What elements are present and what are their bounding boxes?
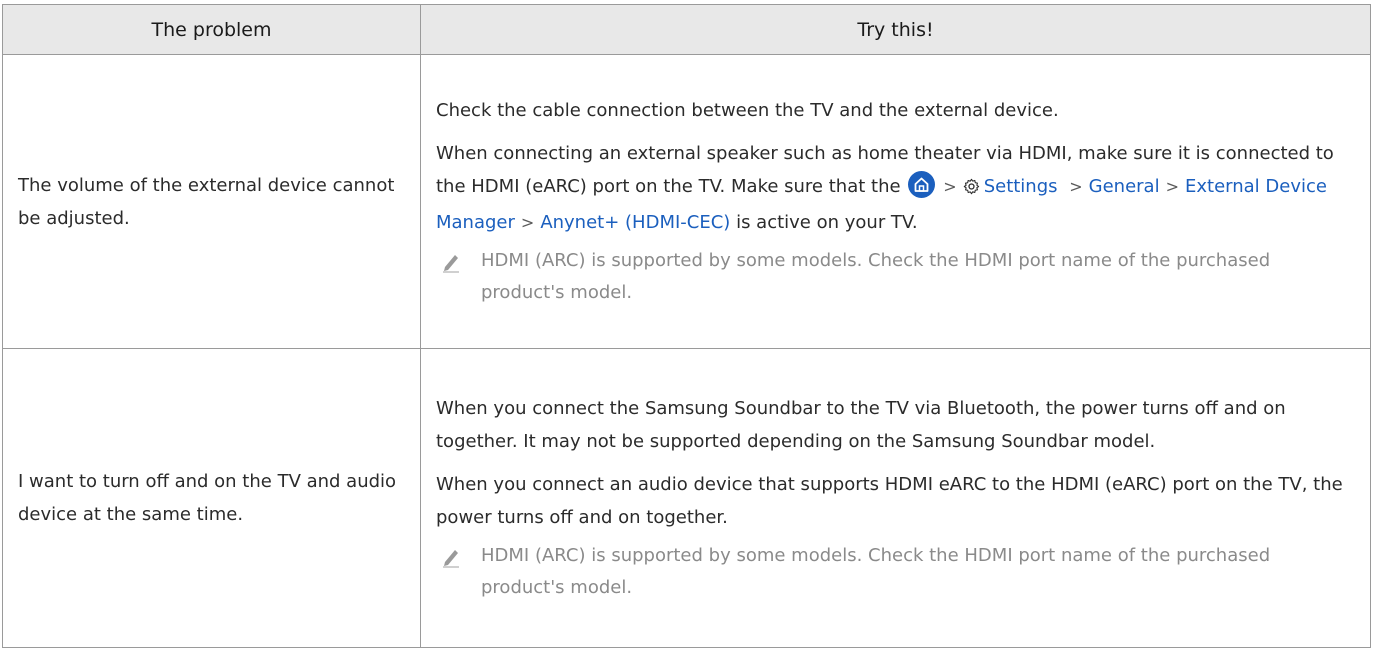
table-header-row: The problem Try this!	[2, 4, 1371, 55]
pencil-icon	[441, 251, 463, 284]
problem-cell: The volume of the external device cannot…	[2, 54, 421, 349]
troubleshooting-table: The problem Try this! The volume of the …	[2, 4, 1371, 648]
gear-icon	[963, 173, 980, 206]
solution-paragraph: When you connect the Samsung Soundbar to…	[436, 398, 1286, 452]
solution-paragraph: When connecting an external speaker such…	[436, 137, 1356, 239]
chevron-right-icon: >	[943, 177, 957, 196]
note: HDMI (ARC) is supported by some models. …	[436, 540, 1356, 604]
chevron-right-icon: >	[520, 213, 535, 232]
solution-cell: Check the cable connection between the T…	[420, 54, 1371, 349]
pencil-icon	[441, 546, 463, 579]
menu-link-anynet[interactable]: Anynet+ (HDMI-CEC)	[540, 212, 730, 233]
menu-link-settings[interactable]: Settings	[984, 176, 1058, 197]
header-try-this: Try this!	[420, 4, 1371, 55]
note-text: HDMI (ARC) is supported by some models. …	[481, 250, 1271, 303]
problem-cell: I want to turn off and on the TV and aud…	[2, 348, 421, 648]
table-row: The volume of the external device cannot…	[2, 54, 1371, 349]
home-icon	[908, 171, 936, 198]
note: HDMI (ARC) is supported by some models. …	[436, 245, 1356, 309]
solution-paragraph: Check the cable connection between the T…	[436, 100, 1059, 121]
chevron-right-icon: >	[1069, 177, 1083, 196]
solution-text: is active on your TV.	[736, 212, 918, 233]
solution-paragraph: When you connect an audio device that su…	[436, 474, 1343, 528]
header-problem: The problem	[2, 4, 421, 55]
solution-cell: When you connect the Samsung Soundbar to…	[420, 348, 1371, 648]
note-text: HDMI (ARC) is supported by some models. …	[481, 545, 1271, 598]
table-row: I want to turn off and on the TV and aud…	[2, 348, 1371, 648]
menu-link-general[interactable]: General	[1089, 176, 1160, 197]
chevron-right-icon: >	[1165, 177, 1179, 196]
